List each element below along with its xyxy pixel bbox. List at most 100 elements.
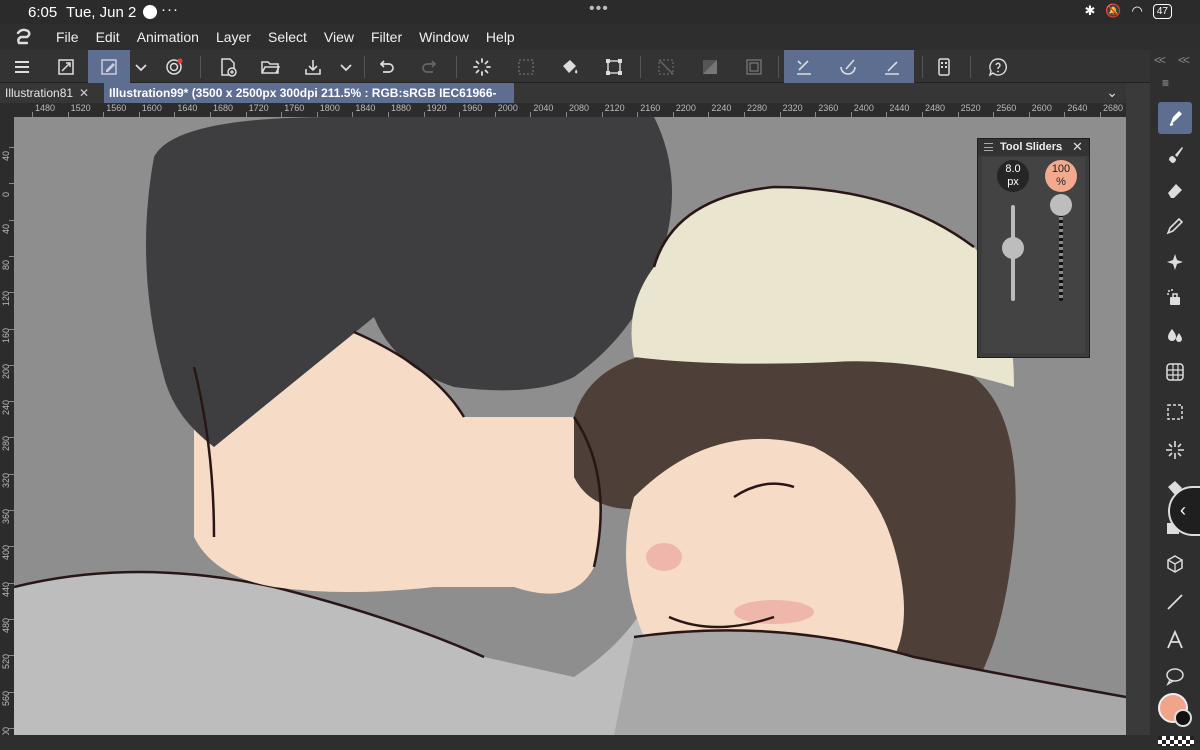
redo-icon[interactable] <box>412 50 448 83</box>
deselect-icon[interactable] <box>648 50 684 83</box>
ruler-label: 2600 <box>1031 103 1052 113</box>
brush-tool-icon[interactable] <box>1158 138 1192 170</box>
ruler-label: 2680 <box>1103 103 1124 113</box>
brush-size-unit: px <box>1007 176 1019 188</box>
fill-bucket-icon[interactable] <box>552 50 588 83</box>
hamburger-menu-icon[interactable] <box>4 50 40 83</box>
tab-illustration81[interactable]: Illustration81 ✕ <box>0 83 102 103</box>
opacity-readout: 100 % <box>1045 160 1077 192</box>
drawing-canvas[interactable] <box>14 117 1126 735</box>
tab-illustration99[interactable]: Illustration99* (3500 x 2500px 300dpi 21… <box>104 83 514 120</box>
vertical-scrollbar[interactable] <box>1138 103 1148 735</box>
stabilizer-icon[interactable] <box>786 50 822 83</box>
ruler-label: 2480 <box>925 103 946 113</box>
ruler-label: 1640 <box>177 103 198 113</box>
status-date: Tue, Jun 2 <box>66 4 137 21</box>
close-tab-icon[interactable]: ✕ <box>79 86 89 100</box>
help-icon[interactable] <box>980 50 1016 83</box>
chevron-down-icon[interactable]: ⌄ <box>1106 84 1118 101</box>
selection-tool-icon[interactable] <box>1158 396 1192 428</box>
menu-edit[interactable]: Edit <box>96 29 120 45</box>
sub-color-swatch[interactable] <box>1174 709 1192 727</box>
menu-window[interactable]: Window <box>419 29 469 45</box>
airbrush-tool-icon[interactable] <box>1158 282 1192 314</box>
companion-mode-icon[interactable] <box>926 50 962 83</box>
collapse-right-icon[interactable]: << <box>1178 53 1190 67</box>
pen-tool-icon[interactable] <box>1158 102 1192 134</box>
mesh-transform-icon[interactable] <box>1158 356 1192 388</box>
brush-correction-icon[interactable] <box>874 50 910 83</box>
menu-filter[interactable]: Filter <box>371 29 402 45</box>
menu-layer[interactable]: Layer <box>216 29 251 45</box>
edit-mode-button[interactable] <box>88 50 130 83</box>
ruler-label: 1960 <box>462 103 483 113</box>
minimize-icon[interactable]: _ <box>1056 139 1062 151</box>
ruler-label: 40 <box>1 223 11 234</box>
ruler-label: 1840 <box>355 103 376 113</box>
ruler-label: 280 <box>1 436 11 452</box>
brush-size-knob[interactable] <box>1002 237 1024 260</box>
ruler-label: 1480 <box>35 103 56 113</box>
3d-object-icon[interactable] <box>1158 548 1192 580</box>
palette-menu-icon[interactable] <box>984 143 993 151</box>
record-timelapse-icon[interactable] <box>156 50 192 83</box>
menu-file[interactable]: File <box>56 29 79 45</box>
palette-title: Tool Sliders <box>1000 141 1063 153</box>
ruler-label: 2200 <box>675 103 696 113</box>
opacity-value: 100 <box>1051 163 1071 175</box>
save-icon[interactable] <box>295 50 331 83</box>
smoothing-icon[interactable] <box>830 50 866 83</box>
pencil-tool-icon[interactable] <box>1158 210 1192 242</box>
horizontal-ruler: 1480 1520 1560 1600 1640 1680 1720 1760 1800 1840… <box>14 103 1126 117</box>
ruler-label: 1520 <box>70 103 91 113</box>
ruler-label: 2320 <box>782 103 803 113</box>
ruler-label: 1920 <box>426 103 447 113</box>
canvas-resize-icon[interactable] <box>48 50 84 83</box>
palette-header[interactable]: Tool Sliders _ ✕ <box>978 139 1089 156</box>
opacity-slider[interactable] <box>1059 205 1063 301</box>
chevron-down-icon[interactable] <box>333 50 359 83</box>
bottom-bar <box>0 735 1150 750</box>
ruler-label: 320 <box>1 472 11 488</box>
collapse-left-icon[interactable]: << <box>1154 53 1166 67</box>
ruler-label: 520 <box>1 654 11 670</box>
undo-icon[interactable] <box>368 50 404 83</box>
multiwindow-handle[interactable]: ••• <box>589 0 609 18</box>
effect-tool-icon[interactable] <box>1158 246 1192 278</box>
transform-icon[interactable] <box>596 50 632 83</box>
opacity-unit: % <box>1056 176 1066 188</box>
app-logo-icon[interactable] <box>14 27 34 47</box>
chevron-down-icon[interactable] <box>128 50 154 83</box>
ruler-label: 2640 <box>1067 103 1088 113</box>
opacity-knob[interactable] <box>1050 194 1072 216</box>
tool-rail <box>1150 98 1200 750</box>
ruler-label: 480 <box>1 617 11 633</box>
line-tool-icon[interactable] <box>1158 586 1192 618</box>
clear-selection-icon[interactable] <box>508 50 544 83</box>
status-bar: 6:05 Tue, Jun 2 ··· ••• ✱ 🔕 ◠ 47 <box>0 0 1200 24</box>
ruler-label: 360 <box>1 508 11 524</box>
open-folder-icon[interactable] <box>252 50 288 83</box>
transparent-color-swatch[interactable] <box>1158 736 1194 746</box>
menu-view[interactable]: View <box>324 29 354 45</box>
eraser-tool-icon[interactable] <box>1158 174 1192 206</box>
menu-select[interactable]: Select <box>268 29 307 45</box>
ruler-label: 2560 <box>996 103 1017 113</box>
menu-help[interactable]: Help <box>486 29 515 45</box>
text-tool-icon[interactable] <box>1158 624 1192 656</box>
ruler-label: 1800 <box>319 103 340 113</box>
auto-select-icon[interactable] <box>1158 434 1192 466</box>
selection-border-icon[interactable] <box>736 50 772 83</box>
rail-menu-icon[interactable]: ≡ <box>1162 76 1169 90</box>
new-canvas-icon[interactable] <box>210 50 246 83</box>
invert-selection-icon[interactable] <box>692 50 728 83</box>
ruler-label: 2400 <box>853 103 874 113</box>
ruler-label: 2000 <box>497 103 518 113</box>
loading-spinner-icon[interactable] <box>464 50 500 83</box>
menu-animation[interactable]: Animation <box>137 29 199 45</box>
balloon-tool-icon[interactable] <box>1158 660 1192 692</box>
vertical-ruler: 40 0 40 80 120 160 200 240 280 320 360 400 440 480 520… <box>0 103 14 735</box>
close-icon[interactable]: ✕ <box>1072 139 1083 155</box>
menu-bar: File Edit Animation Layer Select View Fi… <box>0 24 1200 50</box>
blend-tool-icon[interactable] <box>1158 320 1192 352</box>
